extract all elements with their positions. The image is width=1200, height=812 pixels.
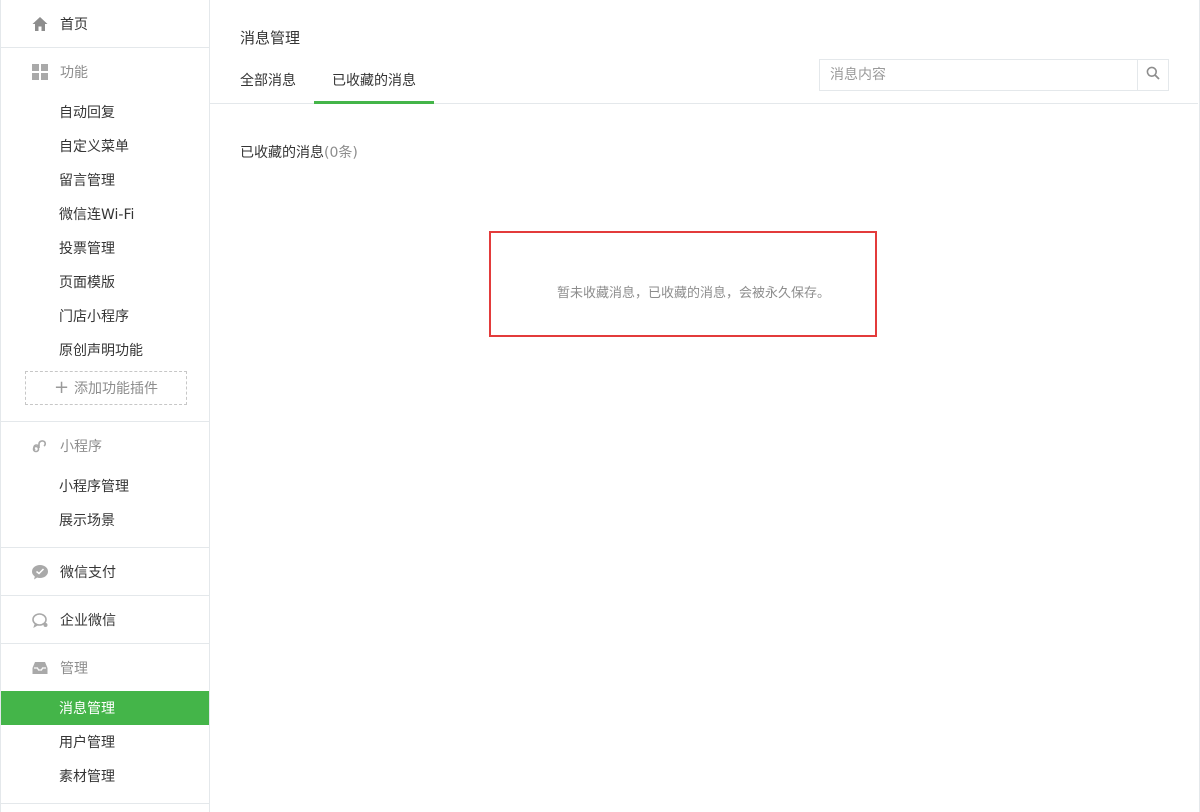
- sidebar-section-pay: 微信支付: [1, 548, 209, 596]
- sidebar-group-promote: 推广: [1, 804, 209, 812]
- sidebar-item-wifi[interactable]: 微信连Wi-Fi: [1, 197, 209, 231]
- sidebar-item-custom-menu[interactable]: 自定义菜单: [1, 129, 209, 163]
- search-button[interactable]: [1137, 60, 1168, 90]
- sidebar-item-store-miniprogram[interactable]: 门店小程序: [1, 299, 209, 333]
- sidebar-item-original-declaration[interactable]: 原创声明功能: [1, 333, 209, 367]
- sidebar-item-user-manage[interactable]: 用户管理: [1, 725, 209, 759]
- sidebar-item-work-wechat[interactable]: 企业微信: [1, 596, 209, 643]
- sidebar-section-home: 首页: [1, 0, 209, 48]
- sidebar-section-functions: 功能 自动回复 自定义菜单 留言管理 微信连Wi-Fi 投票管理 页面模版 门店…: [1, 48, 209, 422]
- work-wechat-icon: [31, 611, 49, 629]
- sidebar-item-home[interactable]: 首页: [1, 0, 209, 47]
- search-icon: [1146, 66, 1160, 84]
- sidebar-item-message-manage[interactable]: 消息管理: [1, 691, 209, 725]
- section-heading: 已收藏的消息(0条): [240, 142, 358, 162]
- empty-state-text: 暂未收藏消息，已收藏的消息，会被永久保存。: [557, 286, 831, 301]
- sidebar-section-manage: 管理 消息管理 用户管理 素材管理: [1, 644, 209, 804]
- sidebar-item-page-template[interactable]: 页面模版: [1, 265, 209, 299]
- message-count: (0条): [324, 145, 358, 161]
- sidebar-group-label: 小程序: [60, 438, 102, 455]
- link-icon: [31, 437, 49, 455]
- home-icon: [31, 15, 49, 33]
- tab-all-messages[interactable]: 全部消息: [240, 60, 296, 104]
- sidebar-group-label: 管理: [60, 660, 88, 677]
- sidebar-item-label: 首页: [60, 16, 88, 33]
- page-title: 消息管理: [240, 29, 301, 47]
- sidebar-item-display-scenes[interactable]: 展示场景: [1, 503, 209, 537]
- sidebar-group-label: 功能: [60, 64, 88, 81]
- plus-icon: +: [53, 377, 70, 398]
- sidebar-item-miniprogram-manage[interactable]: 小程序管理: [1, 469, 209, 503]
- sidebar-group-manage: 管理: [1, 644, 209, 691]
- sidebar-item-material-manage[interactable]: 素材管理: [1, 759, 209, 793]
- search-box: [819, 59, 1169, 91]
- sidebar-item-wechat-pay[interactable]: 微信支付: [1, 548, 209, 595]
- wechat-pay-icon: [31, 563, 49, 581]
- main-content: 消息管理 全部消息 已收藏的消息 已收藏的消息(0条) 暂未收藏消息，已收藏的消…: [210, 0, 1200, 812]
- inbox-icon: [31, 659, 49, 677]
- section-heading-label: 已收藏的消息: [240, 145, 324, 161]
- add-plugin-button[interactable]: + 添加功能插件: [25, 371, 187, 405]
- sidebar-item-label: 微信支付: [60, 564, 116, 581]
- tab-starred-messages[interactable]: 已收藏的消息: [314, 60, 434, 104]
- add-plugin-label: 添加功能插件: [74, 381, 159, 397]
- search-input[interactable]: [820, 60, 1137, 90]
- sidebar-item-vote[interactable]: 投票管理: [1, 231, 209, 265]
- sidebar-section-miniprogram: 小程序 小程序管理 展示场景: [1, 422, 209, 548]
- sidebar-item-label: 企业微信: [60, 612, 116, 629]
- sidebar-section-work: 企业微信: [1, 596, 209, 644]
- sidebar-section-promote: 推广: [1, 804, 209, 812]
- sidebar-group-miniprogram: 小程序: [1, 422, 209, 469]
- grid-icon: [31, 63, 49, 81]
- sidebar-item-comments[interactable]: 留言管理: [1, 163, 209, 197]
- sidebar: 首页 功能 自动回复 自定义菜单 留言管理 微信连Wi-Fi 投票管理 页面模版…: [0, 0, 210, 812]
- sidebar-group-functions: 功能: [1, 48, 209, 95]
- sidebar-item-auto-reply[interactable]: 自动回复: [1, 95, 209, 129]
